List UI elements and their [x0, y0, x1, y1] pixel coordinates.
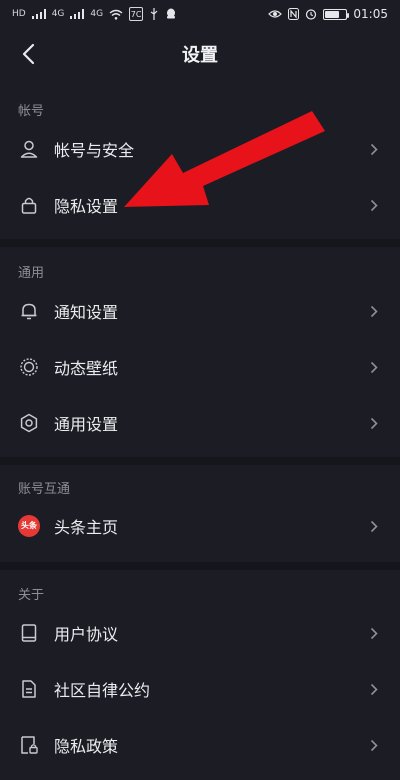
settings-item-privacy-policy[interactable]: 隐私政策 — [0, 717, 400, 773]
live-wallpaper-icon — [18, 356, 40, 378]
settings-item-general-settings[interactable]: 通用设置 — [0, 395, 400, 451]
settings-item-community-convention[interactable]: 社区自律公约 — [0, 661, 400, 717]
lock-icon — [18, 194, 40, 216]
settings-item-notification-settings[interactable]: 通知设置 — [0, 283, 400, 339]
battery-icon — [323, 8, 350, 20]
section-label-account-link: 账号互通 — [18, 482, 71, 497]
network-tag-2: 4G — [90, 9, 104, 19]
settings-item-account-security[interactable]: 帐号与安全 — [0, 121, 400, 177]
status-bar-left: HD 4G 4G 7C — [12, 7, 177, 21]
person-icon — [18, 138, 40, 160]
chevron-right-icon — [368, 303, 380, 319]
chevron-right-icon — [368, 415, 380, 431]
page-title: 设置 — [182, 45, 218, 66]
settings-item-privacy-settings[interactable]: 隐私设置 — [0, 177, 400, 233]
settings-item-user-agreement[interactable]: 用户协议 — [0, 605, 400, 661]
bell-icon — [18, 300, 40, 322]
section-divider — [0, 239, 400, 247]
section-label-account: 帐号 — [18, 104, 45, 119]
network-tag: 4G — [51, 9, 65, 19]
section-divider — [0, 457, 400, 465]
alarm-icon — [306, 9, 317, 20]
nfc-icon — [288, 8, 300, 20]
section-label-general: 通用 — [18, 266, 45, 281]
chevron-right-icon — [368, 681, 380, 697]
chevron-right-icon — [368, 359, 380, 375]
settings-item-label: 用户协议 — [54, 625, 119, 644]
settings-item-label: 帐号与安全 — [54, 141, 135, 160]
status-bar: HD 4G 4G 7C 01:05 — [0, 0, 400, 28]
toutiao-icon: 头条 — [18, 515, 40, 537]
app-badge-icon: 7C — [129, 7, 144, 21]
back-button[interactable] — [12, 36, 44, 72]
settings-item-label: 社区自律公约 — [54, 681, 151, 700]
signal-icon-2 — [70, 9, 85, 19]
eye-icon — [268, 10, 283, 18]
settings-item-label: 动态壁纸 — [54, 359, 119, 378]
chevron-right-icon — [368, 141, 380, 157]
status-bar-right: 01:05 — [268, 7, 388, 21]
usb-icon — [150, 8, 158, 20]
qq-icon — [167, 8, 176, 19]
toutiao-logo: 头条 — [18, 515, 40, 537]
top-bar: 设置 — [0, 28, 400, 80]
hd-tag: HD — [12, 9, 26, 19]
book-icon — [18, 622, 40, 644]
chevron-right-icon — [368, 518, 380, 534]
settings-item-live-wallpaper[interactable]: 动态壁纸 — [0, 339, 400, 395]
settings-item-label: 隐私政策 — [54, 737, 119, 756]
settings-item-label: 通知设置 — [54, 303, 119, 322]
chevron-right-icon — [368, 737, 380, 753]
section-label-about: 关于 — [18, 588, 45, 603]
section-divider — [0, 562, 400, 570]
wifi-icon — [109, 9, 123, 20]
chevron-left-icon — [22, 43, 35, 65]
policy-lock-icon — [18, 734, 40, 756]
document-icon — [18, 678, 40, 700]
signal-icon — [31, 9, 46, 19]
settings-item-toutiao-homepage[interactable]: 头条 头条主页 — [0, 498, 400, 554]
chevron-right-icon — [368, 625, 380, 641]
settings-item-label: 隐私设置 — [54, 197, 119, 216]
gear-icon — [18, 412, 40, 434]
clock: 01:05 — [353, 7, 388, 21]
settings-item-label: 通用设置 — [54, 415, 119, 434]
settings-item-label: 头条主页 — [54, 518, 119, 537]
chevron-right-icon — [368, 197, 380, 213]
